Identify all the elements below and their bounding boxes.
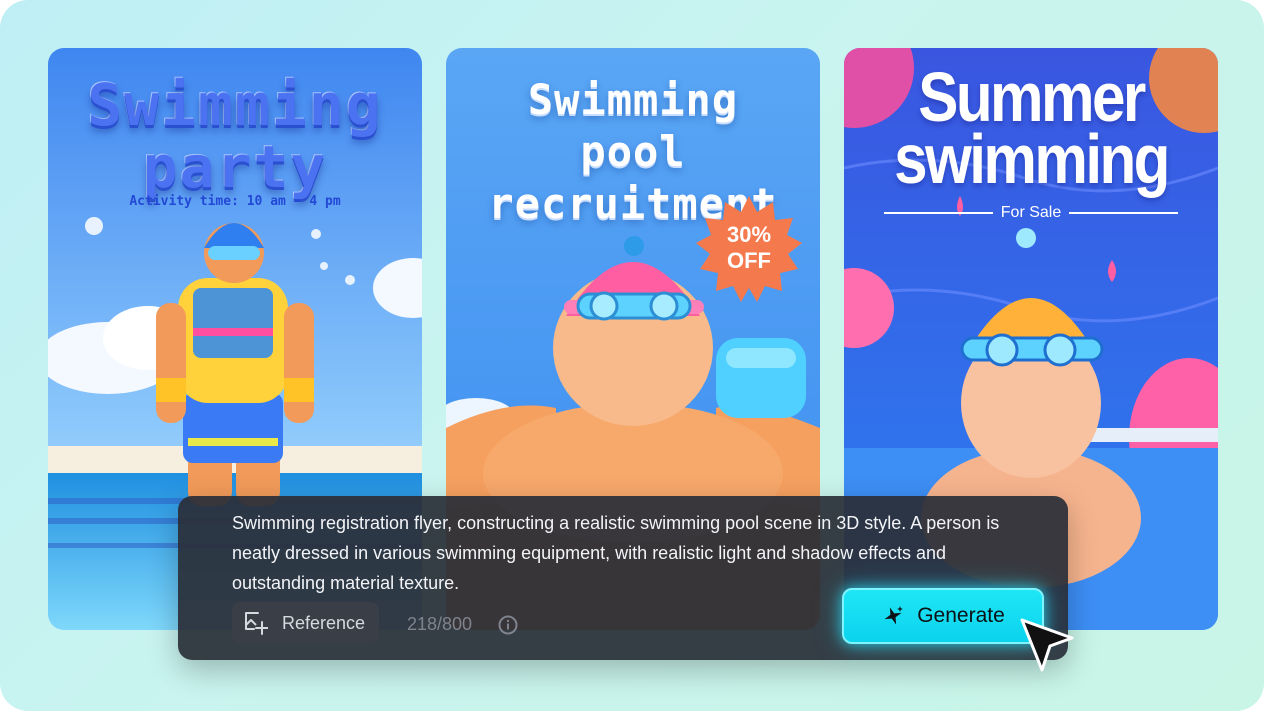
poster-title: Summer swimming: [870, 62, 1192, 194]
poster-title-line: party: [142, 133, 328, 201]
poster-title-line: Swimming: [87, 71, 383, 139]
discount-badge: 30% OFF: [694, 222, 804, 274]
generate-button[interactable]: Generate: [842, 588, 1044, 644]
poster-tagline: For Sale: [884, 204, 1178, 222]
discount-badge-off: OFF: [727, 248, 771, 273]
reference-button-label: Reference: [282, 612, 366, 633]
canvas: Swimming party Activity time: 10 am - 4 …: [0, 0, 1264, 711]
poster-title: Swimming party: [48, 74, 422, 198]
poster-title-line: swimming: [894, 120, 1170, 198]
poster-title-line: pool: [580, 127, 686, 176]
poster-tagline-text: For Sale: [1000, 204, 1062, 221]
reference-button[interactable]: Reference: [232, 602, 379, 644]
sparkle-icon: [884, 606, 904, 625]
poster-title-line: Swimming: [527, 75, 739, 124]
info-icon[interactable]: [498, 615, 518, 635]
image-add-icon: [245, 612, 268, 635]
discount-badge-percent: 30%: [726, 222, 772, 247]
cursor-arrow-icon: [1020, 618, 1074, 672]
poster-subtitle: Activity time: 10 am - 4 pm: [129, 194, 341, 209]
prompt-panel: Swimming registration flyer, constructin…: [178, 496, 1068, 660]
prompt-input[interactable]: Swimming registration flyer, constructin…: [232, 508, 1022, 598]
char-counter: 218/800: [407, 614, 473, 634]
generate-button-label: Generate: [917, 604, 1005, 627]
